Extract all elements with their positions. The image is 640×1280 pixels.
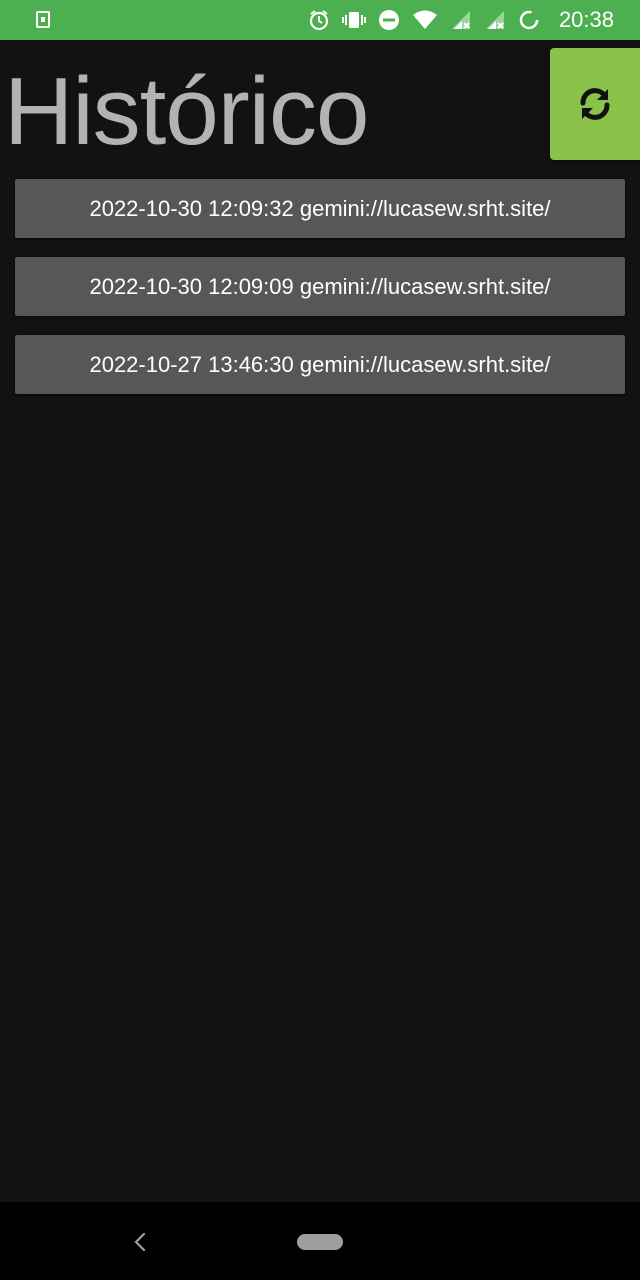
history-list: 2022-10-30 12:09:32 gemini://lucasew.srh… xyxy=(15,179,625,413)
page-title: Histórico xyxy=(4,58,369,165)
refresh-icon xyxy=(580,88,610,120)
history-item[interactable]: 2022-10-27 13:46:30 gemini://lucasew.srh… xyxy=(15,335,625,394)
history-item-label: 2022-10-30 12:09:32 gemini://lucasew.srh… xyxy=(89,195,551,221)
battery-icon xyxy=(519,10,539,30)
notification-icon xyxy=(36,11,50,28)
home-pill-icon[interactable] xyxy=(297,1234,343,1250)
signal-icon-2 xyxy=(486,11,504,29)
refresh-button[interactable] xyxy=(550,48,640,160)
navigation-bar xyxy=(0,1202,640,1280)
status-bar: 20:38 xyxy=(0,0,640,40)
alarm-icon xyxy=(309,10,329,31)
back-icon[interactable] xyxy=(130,1230,150,1254)
vibrate-icon xyxy=(342,12,366,28)
do-not-disturb-icon xyxy=(379,10,399,30)
history-item-label: 2022-10-27 13:46:30 gemini://lucasew.srh… xyxy=(89,351,551,377)
history-item-label: 2022-10-30 12:09:09 gemini://lucasew.srh… xyxy=(89,273,551,299)
status-time: 20:38 xyxy=(558,7,614,32)
status-icons xyxy=(308,8,540,32)
history-item[interactable]: 2022-10-30 12:09:09 gemini://lucasew.srh… xyxy=(15,257,625,316)
history-item[interactable]: 2022-10-30 12:09:32 gemini://lucasew.srh… xyxy=(15,179,625,238)
signal-icon xyxy=(452,11,470,29)
wifi-icon xyxy=(413,10,437,29)
